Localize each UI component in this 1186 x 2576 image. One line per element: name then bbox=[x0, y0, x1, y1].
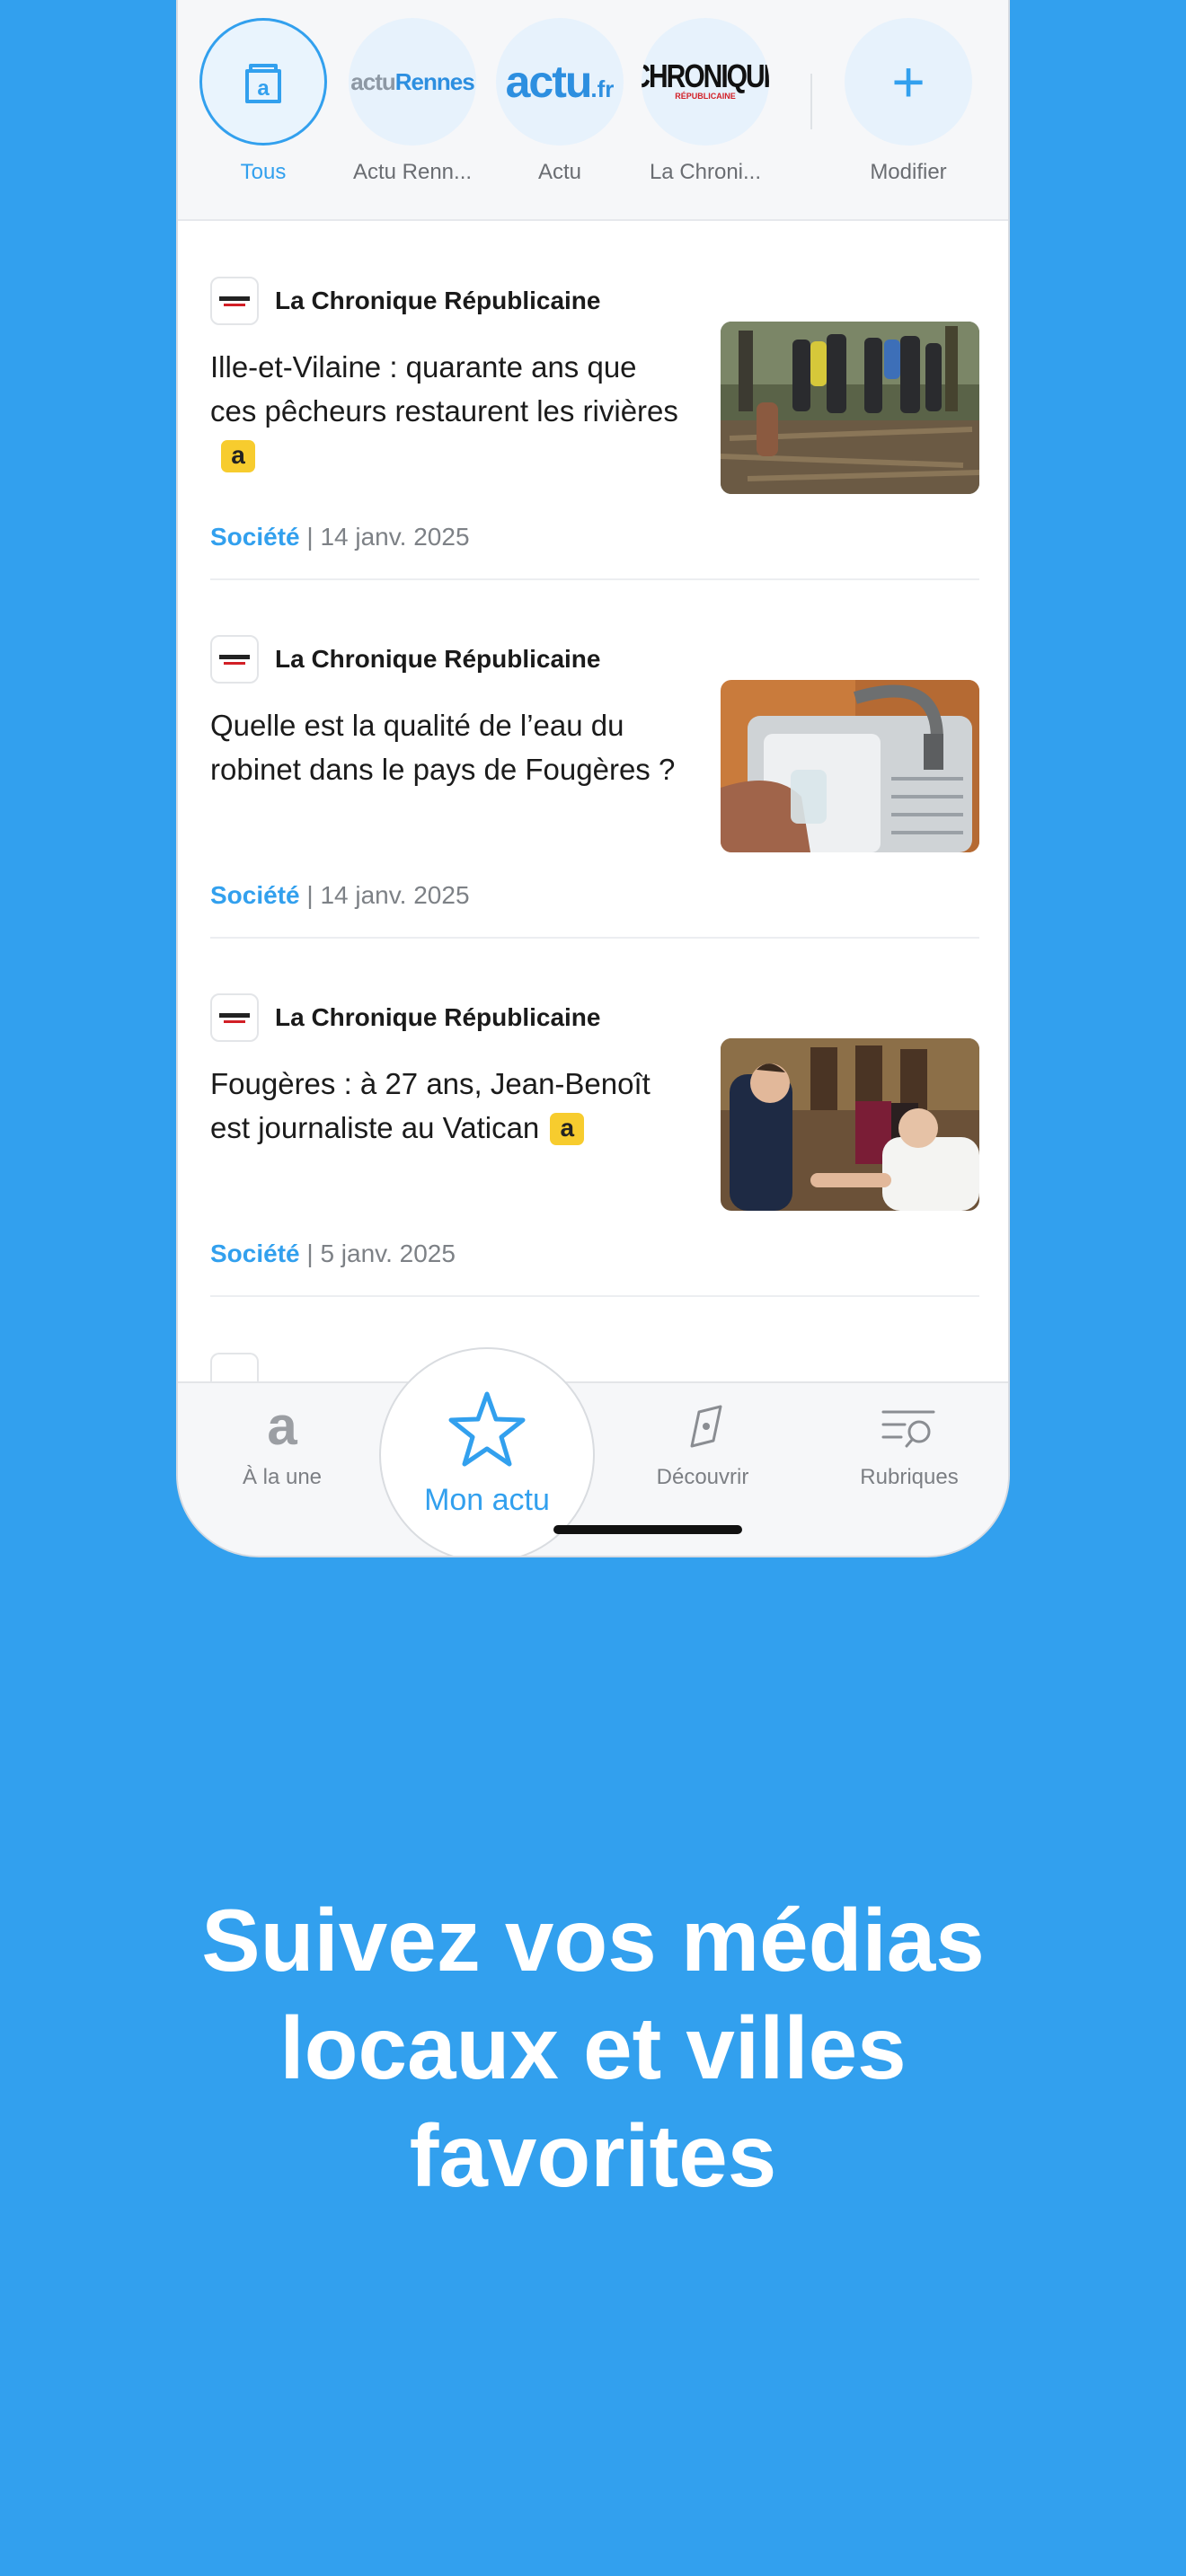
article-image[interactable] bbox=[721, 1038, 979, 1211]
source-logo-icon bbox=[210, 635, 259, 684]
article-card[interactable]: La Chronique Républicaine Fougères : à 2… bbox=[210, 938, 979, 1297]
source-name: La Chronique Républicaine bbox=[275, 287, 601, 314]
source-name: La Chronique Républicaine bbox=[275, 645, 601, 673]
article-title[interactable]: Quelle est la qualité de l’eau du robine… bbox=[210, 703, 686, 791]
tab-rubriques-label: Rubriques bbox=[860, 1465, 959, 1489]
category-link: Société bbox=[210, 523, 300, 551]
tab-decouvrir[interactable]: Découvrir bbox=[631, 1399, 774, 1490]
premium-badge: a bbox=[550, 1113, 585, 1145]
plus-icon: + bbox=[845, 18, 972, 146]
article-source: La Chronique Républicaine bbox=[210, 277, 600, 325]
edit-sources-label: Modifier bbox=[870, 160, 947, 184]
source-logo-icon bbox=[210, 993, 259, 1042]
source-actu-rennes[interactable]: actuRennes Actu Renn... bbox=[345, 18, 480, 185]
tab-a-la-une[interactable]: a À la une bbox=[210, 1396, 354, 1490]
svg-text:a: a bbox=[267, 1399, 297, 1453]
article-source: La Chronique Républicaine bbox=[210, 635, 600, 684]
article-date: 14 janv. 2025 bbox=[320, 523, 470, 551]
source-all-label: Tous bbox=[240, 160, 287, 184]
premium-badge: a bbox=[221, 440, 255, 472]
article-meta: Société | 5 janv. 2025 bbox=[210, 1239, 456, 1267]
phone-screen: a Tous actuRennes Actu Renn... actu.fr A… bbox=[176, 0, 1010, 1557]
home-a-icon: a bbox=[267, 1396, 297, 1456]
article-card[interactable]: La Chronique Républicaine Quelle est la … bbox=[210, 579, 979, 939]
actu-logo: actu.fr bbox=[496, 18, 624, 146]
star-icon bbox=[448, 1391, 526, 1467]
source-actu-label: Actu bbox=[537, 160, 582, 184]
sources-divider bbox=[810, 74, 812, 129]
compass-icon bbox=[690, 1405, 722, 1448]
tab-rubriques[interactable]: Rubriques bbox=[837, 1399, 981, 1490]
source-actu-rennes-label: Actu Renn... bbox=[352, 160, 473, 184]
article-card[interactable]: La Chronique Républicaine Ille-et-Vilain… bbox=[210, 221, 979, 580]
source-la-chronique-label: La Chroni... bbox=[649, 160, 762, 184]
edit-sources-button[interactable]: + Modifier bbox=[841, 18, 976, 185]
tab-a-la-une-label: À la une bbox=[242, 1465, 323, 1489]
home-indicator bbox=[553, 1525, 742, 1534]
article-meta: Société | 14 janv. 2025 bbox=[210, 523, 470, 551]
article-title[interactable]: Fougères : à 27 ans, Jean-Benoît est jou… bbox=[210, 1062, 686, 1150]
article-date: 5 janv. 2025 bbox=[320, 1239, 456, 1267]
la-chronique-logo: CHRONIQUERÉPUBLICAINE bbox=[642, 18, 769, 146]
tab-mon-actu-label: Mon actu bbox=[424, 1483, 550, 1517]
source-name: La Chronique Républicaine bbox=[275, 1003, 601, 1031]
sources-bar: a Tous actuRennes Actu Renn... actu.fr A… bbox=[178, 0, 1008, 221]
article-source: La Chronique Républicaine bbox=[210, 993, 600, 1042]
source-actu[interactable]: actu.fr Actu bbox=[492, 18, 627, 185]
sections-search-icon bbox=[881, 1410, 935, 1448]
article-image[interactable] bbox=[721, 680, 979, 852]
source-logo-icon bbox=[210, 1353, 259, 1383]
category-link: Société bbox=[210, 1239, 300, 1267]
article-title[interactable]: Ille-et-Vilaine : quarante ans que ces p… bbox=[210, 345, 686, 477]
promo-headline: Suivez vos médias locaux et villes favor… bbox=[201, 1891, 985, 2205]
all-sources-icon: a bbox=[199, 18, 327, 146]
article-image[interactable] bbox=[721, 322, 979, 494]
article-meta: Société | 14 janv. 2025 bbox=[210, 881, 470, 909]
category-link: Société bbox=[210, 881, 300, 909]
source-la-chronique[interactable]: CHRONIQUERÉPUBLICAINE La Chroni... bbox=[638, 18, 773, 185]
svg-text:a: a bbox=[257, 76, 270, 101]
actu-rennes-logo: actuRennes bbox=[349, 18, 476, 146]
article-date: 14 janv. 2025 bbox=[320, 881, 470, 909]
source-logo-icon bbox=[210, 277, 259, 325]
tab-decouvrir-label: Découvrir bbox=[656, 1465, 749, 1489]
source-all[interactable]: a Tous bbox=[196, 18, 331, 185]
